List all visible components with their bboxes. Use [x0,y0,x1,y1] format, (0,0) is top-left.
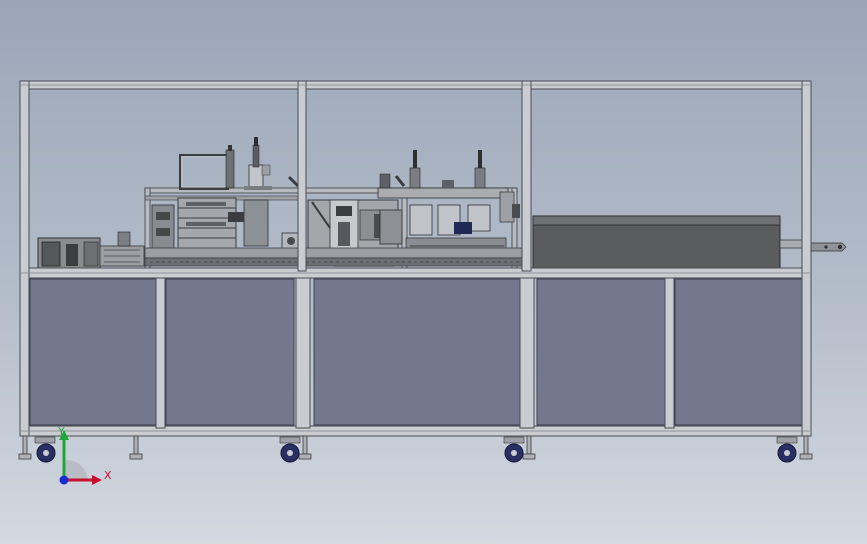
infeed-module [37,231,145,269]
conveyor-bed [144,247,526,267]
x-axis-label: X [104,469,112,482]
caster-wheel-4 [776,436,798,463]
z-axis-dot [59,475,69,485]
y-axis-label: Y [58,425,65,438]
cabinet-panel-1 [29,278,157,426]
caster-wheel-2 [279,436,301,463]
cabinet-panel-3 [313,278,521,426]
cabinet-panel-4 [536,278,666,426]
cabinet-panel-5 [674,278,803,426]
machine-model-view [18,80,847,485]
output-hood [532,215,847,269]
press-station [377,150,520,257]
caster-wheel-3 [503,436,525,463]
cad-viewport[interactable]: X Y [0,0,867,544]
lower-cabinet-panels [29,278,803,426]
cabinet-panel-2 [165,278,295,426]
caster-wheel-1 [34,436,56,463]
coordinate-triad [59,430,102,485]
caster-wheels [34,436,798,463]
machinery-deck [37,137,847,269]
leveling-feet [18,435,813,460]
